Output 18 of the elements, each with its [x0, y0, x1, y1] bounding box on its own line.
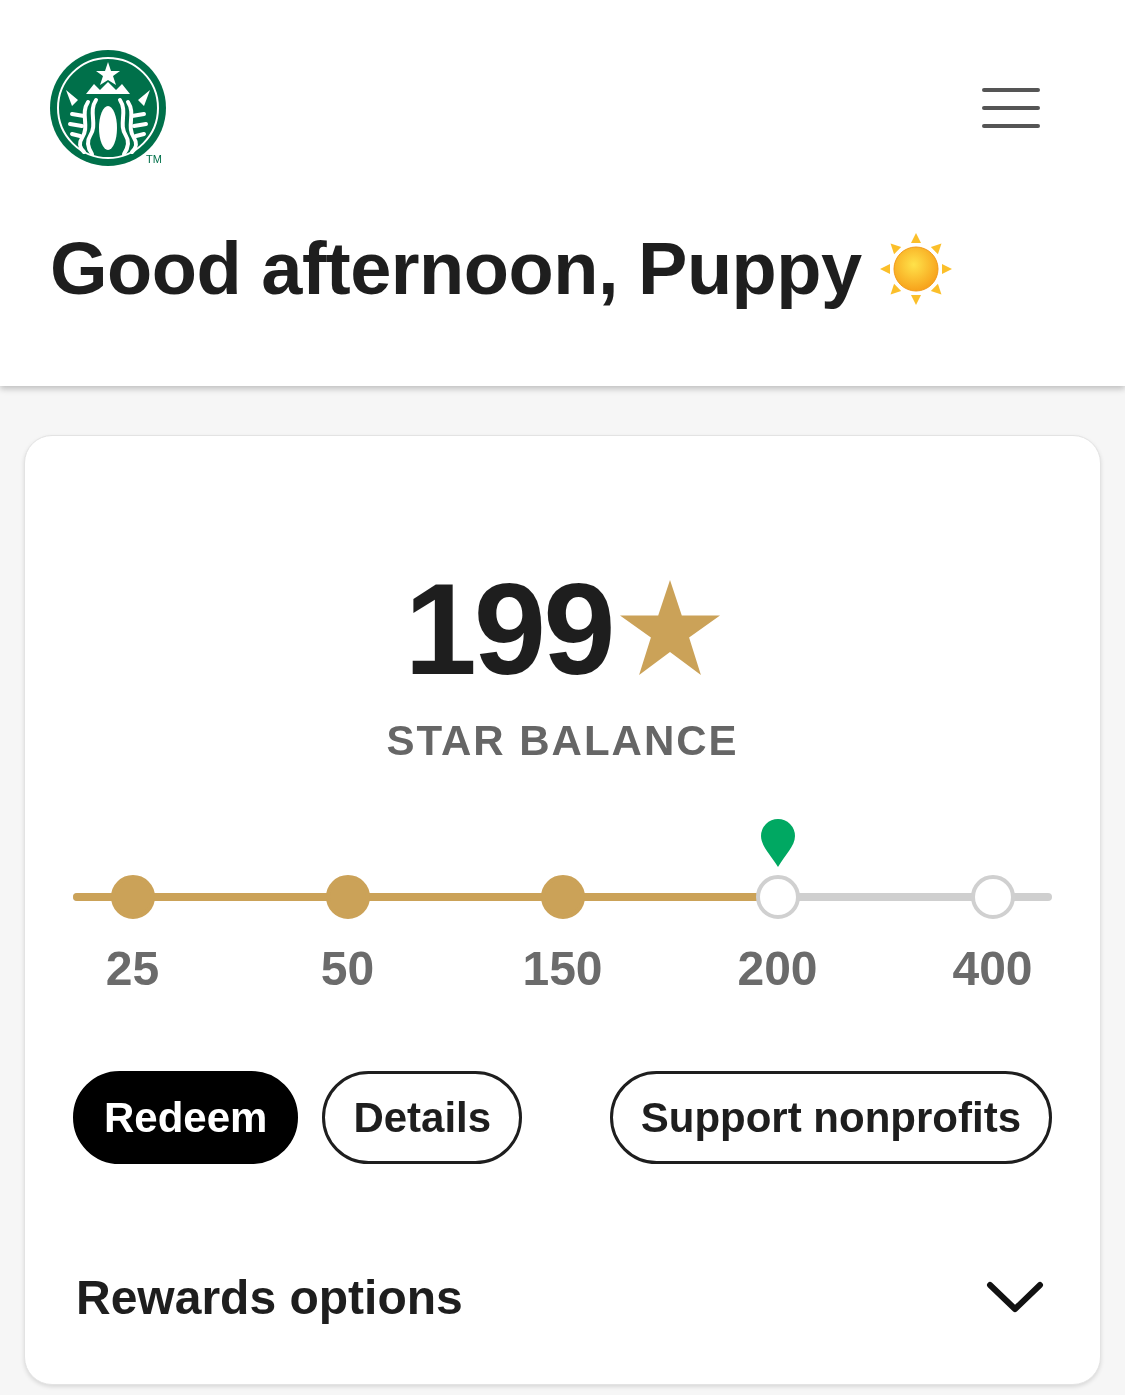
trademark-text: TM: [146, 153, 162, 165]
logo-icon: [50, 50, 166, 166]
milestone-label: 25: [105, 941, 160, 997]
redeem-button[interactable]: Redeem: [73, 1071, 299, 1164]
milestone-label: 400: [952, 941, 1033, 997]
outline-button[interactable]: Support nonprofits: [609, 1071, 1052, 1164]
star-icon: [620, 579, 721, 675]
rewards-options-toggle[interactable]: Rewards options: [76, 1257, 1044, 1337]
milestone-label: 150: [522, 941, 603, 997]
milestone-label: 50: [320, 941, 375, 997]
star-balance-value: 199: [404, 564, 613, 694]
outline-button[interactable]: Details: [322, 1071, 523, 1164]
milestone-label: 200: [737, 941, 818, 997]
greeting-heading: Good afternoon, Puppy: [50, 226, 862, 312]
location-pin-icon: [760, 819, 795, 867]
menu-button[interactable]: [982, 86, 1040, 130]
sun-icon: [879, 233, 952, 305]
star-balance-label: STAR BALANCE: [385, 716, 740, 766]
